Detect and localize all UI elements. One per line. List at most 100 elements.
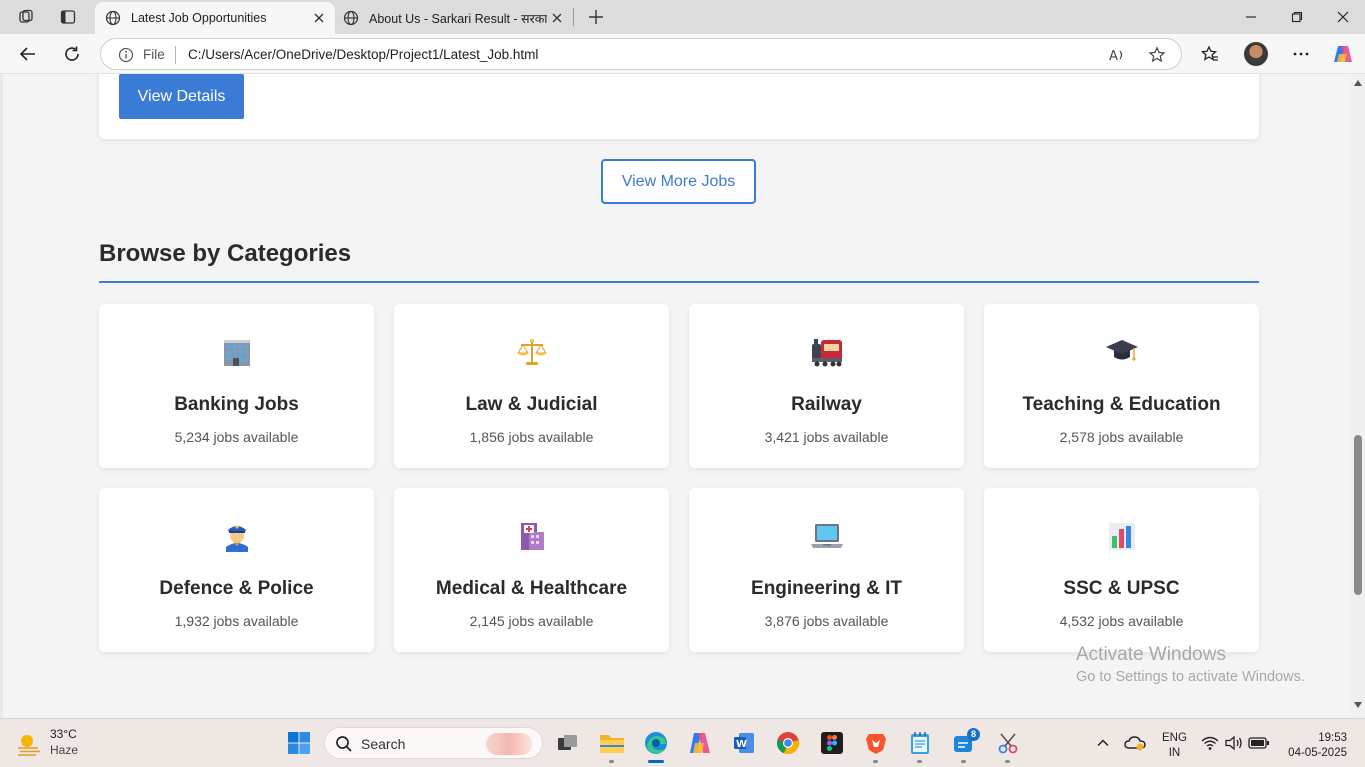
close-icon[interactable] bbox=[549, 10, 565, 26]
language-code: ENG bbox=[1162, 732, 1187, 744]
active-app-indicator bbox=[648, 760, 664, 763]
globe-icon bbox=[105, 10, 121, 26]
notepad-icon[interactable] bbox=[905, 728, 935, 758]
workspaces-icon[interactable] bbox=[13, 5, 39, 29]
favorite-star-icon[interactable] bbox=[1147, 45, 1167, 65]
job-card bbox=[99, 74, 1259, 139]
section-title: Browse by Categories bbox=[99, 240, 352, 267]
scroll-up-arrow[interactable] bbox=[1354, 80, 1362, 86]
minimize-icon[interactable] bbox=[1228, 0, 1274, 34]
category-count: 1,932 jobs available bbox=[174, 613, 299, 629]
restore-icon[interactable] bbox=[1274, 0, 1320, 34]
page-scrollbar[interactable] bbox=[1351, 74, 1365, 718]
bar-chart-icon bbox=[984, 516, 1259, 556]
category-card-railway[interactable]: Railway 3,421 jobs available bbox=[689, 304, 964, 468]
address-bar[interactable]: File C:/Users/Acer/OneDrive/Desktop/Proj… bbox=[100, 38, 1182, 70]
running-indicator bbox=[609, 760, 614, 763]
category-count: 5,234 jobs available bbox=[174, 429, 299, 445]
category-card-banking[interactable]: Banking Jobs 5,234 jobs available bbox=[99, 304, 374, 468]
category-count: 3,876 jobs available bbox=[764, 613, 889, 629]
weather-widget[interactable]: 33°C Haze bbox=[16, 727, 78, 757]
search-icon bbox=[336, 736, 352, 752]
language-indicator[interactable]: ENG IN bbox=[1162, 731, 1187, 761]
wifi-icon[interactable] bbox=[1198, 728, 1222, 758]
clock-time: 19:53 bbox=[1318, 732, 1347, 744]
tab-actions-icon[interactable] bbox=[55, 5, 81, 29]
tab-divider bbox=[573, 8, 574, 26]
windows-start-icon[interactable] bbox=[284, 728, 314, 758]
tab-latest-jobs[interactable]: Latest Job Opportunities bbox=[95, 2, 335, 34]
view-more-jobs-button[interactable]: View More Jobs bbox=[601, 159, 756, 204]
section-divider bbox=[99, 281, 1259, 283]
category-name: Engineering & IT bbox=[751, 578, 902, 599]
balance-scale-icon bbox=[394, 332, 669, 372]
svg-text:A: A bbox=[1109, 49, 1118, 64]
brave-icon[interactable] bbox=[861, 728, 891, 758]
category-card-medical[interactable]: Medical & Healthcare 2,145 jobs availabl… bbox=[394, 488, 669, 652]
category-count: 4,532 jobs available bbox=[1059, 613, 1184, 629]
scroll-down-arrow[interactable] bbox=[1354, 702, 1362, 708]
category-name: Railway bbox=[791, 394, 862, 415]
chevron-up-icon[interactable] bbox=[1090, 728, 1116, 758]
taskbar-search-input[interactable]: Search bbox=[324, 727, 543, 759]
favorites-icon[interactable] bbox=[1196, 41, 1224, 67]
copilot-icon[interactable] bbox=[1329, 41, 1357, 67]
page-viewport: View Details View More Jobs Browse by Ca… bbox=[0, 74, 1365, 718]
category-count: 1,856 jobs available bbox=[469, 429, 594, 445]
clock-date: 04-05-2025 bbox=[1288, 747, 1347, 759]
scroll-thumb[interactable] bbox=[1354, 435, 1362, 595]
graduation-cap-icon bbox=[984, 332, 1259, 372]
laptop-icon bbox=[689, 516, 964, 556]
close-icon[interactable] bbox=[311, 10, 327, 26]
tab-title: Latest Job Opportunities bbox=[131, 11, 267, 25]
category-card-ssc[interactable]: SSC & UPSC 4,532 jobs available bbox=[984, 488, 1259, 652]
globe-icon bbox=[343, 10, 359, 26]
view-details-button[interactable]: View Details bbox=[119, 74, 244, 119]
category-count: 2,145 jobs available bbox=[469, 613, 594, 629]
tab-about-us[interactable]: About Us - Sarkari Result - सरकारी bbox=[333, 2, 573, 34]
office-building-icon bbox=[99, 332, 374, 372]
edge-browser-icon[interactable] bbox=[641, 728, 671, 758]
category-card-law[interactable]: Law & Judicial 1,856 jobs available bbox=[394, 304, 669, 468]
category-name: Banking Jobs bbox=[174, 394, 299, 415]
word-icon[interactable]: W bbox=[729, 728, 759, 758]
chrome-icon[interactable] bbox=[773, 728, 803, 758]
copilot-app-icon[interactable] bbox=[685, 728, 715, 758]
more-icon[interactable] bbox=[1287, 41, 1315, 67]
task-view-icon[interactable] bbox=[553, 728, 583, 758]
browser-toolbar: File C:/Users/Acer/OneDrive/Desktop/Proj… bbox=[0, 34, 1365, 74]
file-explorer-icon[interactable] bbox=[597, 728, 627, 758]
url-text[interactable]: C:/Users/Acer/OneDrive/Desktop/Project1/… bbox=[188, 47, 538, 62]
omnibox-divider bbox=[175, 46, 176, 64]
train-icon bbox=[689, 332, 964, 372]
running-indicator bbox=[961, 760, 966, 763]
new-tab-icon[interactable] bbox=[584, 5, 608, 29]
battery-icon[interactable] bbox=[1246, 728, 1272, 758]
scheme-label: File bbox=[143, 47, 165, 62]
snipping-tool-icon[interactable] bbox=[993, 728, 1023, 758]
category-count: 2,578 jobs available bbox=[1059, 429, 1184, 445]
onedrive-sync-icon[interactable] bbox=[1122, 728, 1148, 758]
search-placeholder: Search bbox=[361, 736, 406, 752]
svg-text:W: W bbox=[736, 739, 747, 750]
activation-watermark-text: Go to Settings to activate Windows. bbox=[1076, 669, 1305, 685]
category-card-teaching[interactable]: Teaching & Education 2,578 jobs availabl… bbox=[984, 304, 1259, 468]
category-card-defence[interactable]: Defence & Police 1,932 jobs available bbox=[99, 488, 374, 652]
back-icon[interactable] bbox=[14, 41, 42, 67]
tab-strip: Latest Job Opportunities About Us - Sark… bbox=[0, 0, 1365, 34]
category-name: SSC & UPSC bbox=[1063, 578, 1180, 599]
figma-icon[interactable] bbox=[817, 728, 847, 758]
system-clock[interactable]: 19:53 04-05-2025 bbox=[1285, 731, 1347, 761]
profile-avatar[interactable] bbox=[1244, 42, 1268, 66]
activation-watermark-title: Activate Windows bbox=[1076, 644, 1226, 665]
refresh-icon[interactable] bbox=[58, 41, 86, 67]
category-name: Defence & Police bbox=[159, 578, 314, 599]
running-indicator bbox=[1005, 760, 1010, 763]
category-card-engineering[interactable]: Engineering & IT 3,876 jobs available bbox=[689, 488, 964, 652]
volume-icon[interactable] bbox=[1222, 728, 1246, 758]
notification-badge: 8 bbox=[967, 728, 980, 741]
close-window-icon[interactable] bbox=[1320, 0, 1365, 34]
tab-title: About Us - Sarkari Result - सरकारी bbox=[369, 11, 547, 26]
read-aloud-icon[interactable]: A bbox=[1107, 45, 1127, 65]
info-icon[interactable] bbox=[117, 46, 135, 64]
